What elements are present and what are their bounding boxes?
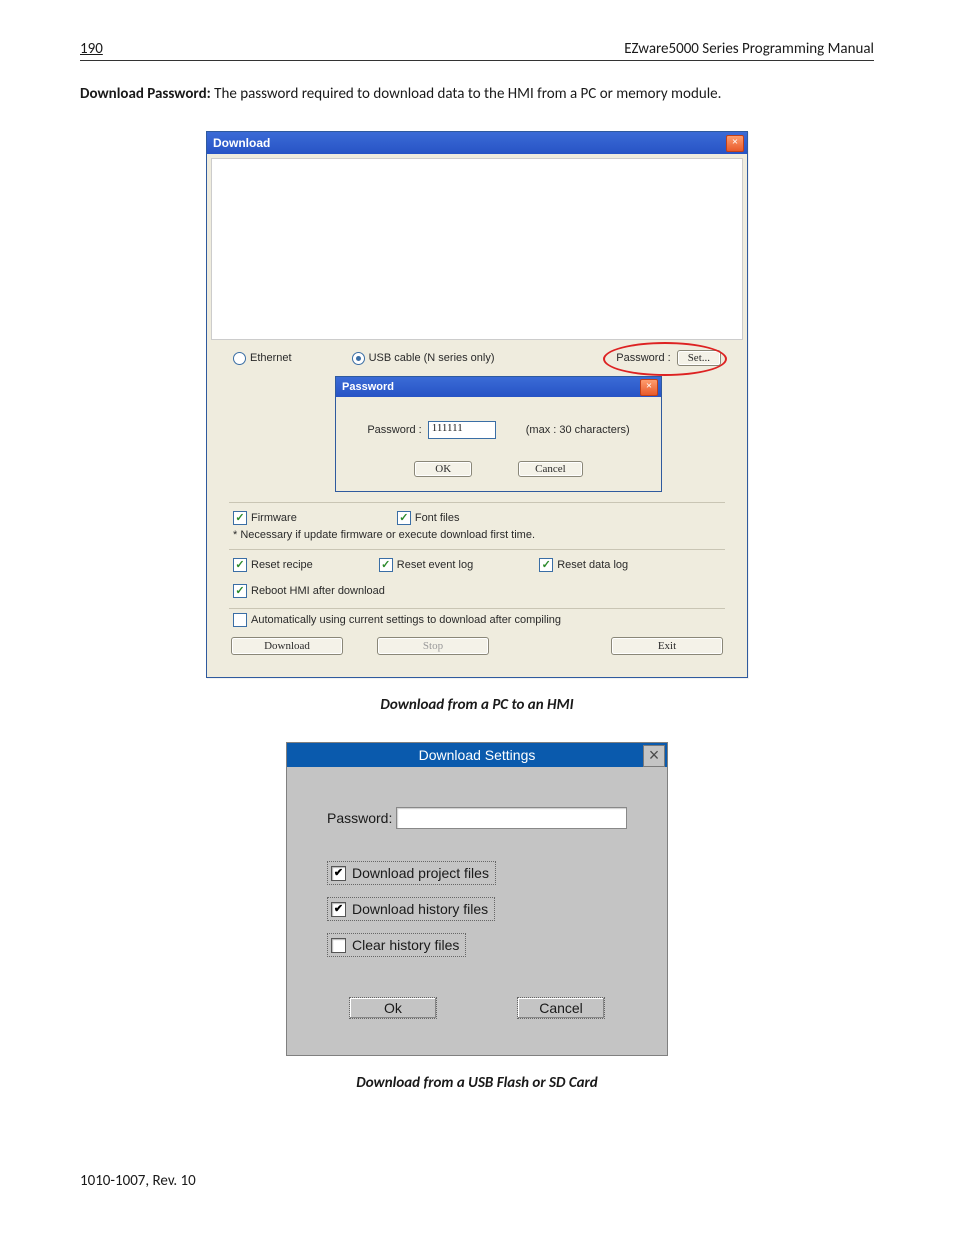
- password-label: Password :: [616, 352, 670, 364]
- password-input[interactable]: [396, 807, 627, 829]
- clear-history-label: Clear history files: [352, 937, 459, 953]
- reset-recipe-label: Reset recipe: [251, 559, 313, 571]
- download-settings-dialog: Download Settings × Password: Download p…: [286, 742, 668, 1056]
- download-button[interactable]: Download: [231, 637, 343, 655]
- radio-icon: [352, 352, 365, 365]
- radio-icon: [233, 352, 246, 365]
- checkbox-icon: [233, 511, 247, 525]
- checkbox-icon: [539, 558, 553, 572]
- firmware-checkbox[interactable]: Firmware: [233, 511, 297, 525]
- intro-bold: Download Password:: [80, 85, 211, 103]
- page-number: 190: [80, 40, 103, 58]
- page-header: 190 EZware5000 Series Programming Manual: [80, 40, 874, 61]
- download-dialog-titlebar[interactable]: Download ×: [207, 132, 747, 154]
- ethernet-label: Ethernet: [250, 352, 292, 364]
- ok-button[interactable]: OK: [414, 461, 472, 477]
- reboot-label: Reboot HMI after download: [251, 585, 385, 597]
- ethernet-radio[interactable]: Ethernet: [233, 352, 292, 365]
- download-dialog-title: Download: [213, 136, 270, 150]
- reset-recipe-checkbox[interactable]: Reset recipe: [233, 558, 313, 572]
- password-field-label: Password :: [367, 424, 421, 436]
- intro-text: Download Password: The password required…: [80, 85, 874, 103]
- download-settings-titlebar[interactable]: Download Settings ×: [287, 743, 667, 767]
- close-icon[interactable]: ×: [640, 379, 658, 396]
- manual-title: EZware5000 Series Programming Manual: [624, 40, 874, 58]
- fontfiles-label: Font files: [415, 512, 460, 524]
- progress-area: [211, 158, 743, 340]
- usb-label: USB cable (N series only): [369, 352, 495, 364]
- download-dialog: Download × Ethernet USB cable (N series …: [206, 131, 748, 678]
- firmware-note: * Necessary if update firmware or execut…: [217, 527, 737, 549]
- checkbox-icon: [233, 558, 247, 572]
- reset-event-label: Reset event log: [397, 559, 473, 571]
- reset-data-label: Reset data log: [557, 559, 628, 571]
- download-project-label: Download project files: [352, 865, 489, 881]
- password-dialog-titlebar[interactable]: Password ×: [336, 377, 661, 397]
- fontfiles-checkbox[interactable]: Font files: [397, 511, 460, 525]
- checkbox-icon: [331, 866, 346, 881]
- footer-revision: 1010-1007, Rev. 10: [80, 1172, 874, 1190]
- password-input[interactable]: 111111: [428, 421, 496, 439]
- close-icon[interactable]: ×: [643, 745, 665, 767]
- checkbox-icon: [233, 584, 247, 598]
- reset-data-checkbox[interactable]: Reset data log: [539, 558, 628, 572]
- ok-button[interactable]: Ok: [349, 997, 437, 1019]
- download-settings-title: Download Settings: [419, 747, 536, 763]
- cancel-button[interactable]: Cancel: [518, 461, 583, 477]
- figure-caption-1: Download from a PC to an HMI: [80, 696, 874, 714]
- auto-checkbox[interactable]: Automatically using current settings to …: [233, 613, 721, 627]
- figure-caption-2: Download from a USB Flash or SD Card: [80, 1074, 874, 1092]
- checkbox-icon: [331, 938, 346, 953]
- checkbox-icon: [397, 511, 411, 525]
- clear-history-checkbox[interactable]: Clear history files: [327, 933, 466, 957]
- reset-event-checkbox[interactable]: Reset event log: [379, 558, 473, 572]
- intro-rest: The password required to download data t…: [211, 85, 722, 103]
- reboot-checkbox[interactable]: Reboot HMI after download: [233, 584, 721, 598]
- checkbox-icon: [233, 613, 247, 627]
- usb-radio[interactable]: USB cable (N series only): [352, 352, 495, 365]
- checkbox-icon: [379, 558, 393, 572]
- checkbox-icon: [331, 902, 346, 917]
- download-history-label: Download history files: [352, 901, 488, 917]
- cancel-button[interactable]: Cancel: [517, 997, 605, 1019]
- password-dialog: Password × Password : 111111 (max : 30 c…: [335, 376, 662, 492]
- exit-button[interactable]: Exit: [611, 637, 723, 655]
- set-button[interactable]: Set...: [677, 350, 721, 366]
- password-hint: (max : 30 characters): [526, 424, 630, 436]
- download-project-checkbox[interactable]: Download project files: [327, 861, 496, 885]
- stop-button[interactable]: Stop: [377, 637, 489, 655]
- auto-label: Automatically using current settings to …: [251, 614, 561, 626]
- firmware-label: Firmware: [251, 512, 297, 524]
- download-history-checkbox[interactable]: Download history files: [327, 897, 495, 921]
- password-label: Password:: [327, 810, 392, 826]
- password-dialog-title: Password: [342, 381, 394, 393]
- close-icon[interactable]: ×: [726, 135, 744, 152]
